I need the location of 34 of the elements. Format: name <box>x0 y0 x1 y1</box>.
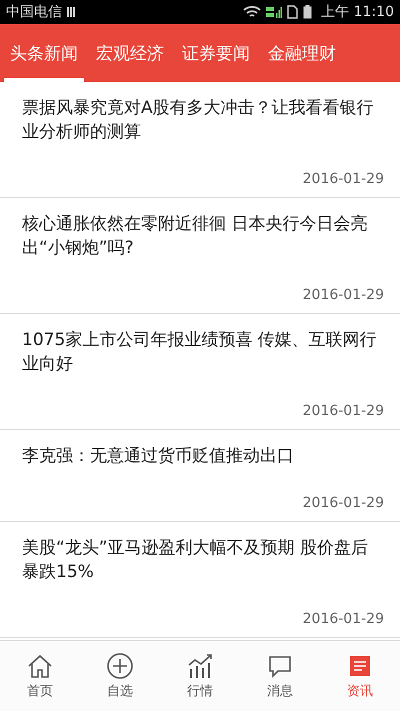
cellular-signal-icon <box>266 5 282 19</box>
signal-bars-icon <box>67 6 77 18</box>
news-item[interactable]: 1075家上市公司年报业绩预喜 传媒、互联网行业向好 2016-01-29 <box>0 314 400 430</box>
bar-chart-icon <box>186 652 214 680</box>
news-date: 2016-01-29 <box>302 403 384 419</box>
category-tab[interactable]: 证券要闻 <box>176 24 256 82</box>
news-item[interactable]: 美股“龙头”亚马逊盈利大幅不及预期 股价盘后暴跌15% 2016-01-29 <box>0 522 400 638</box>
battery-icon <box>303 5 312 19</box>
news-item[interactable]: 李克强：无意通过货币贬值推动出口 2016-01-29 <box>0 430 400 522</box>
news-item[interactable]: 票据风暴究竟对A股有多大冲击？让我看看银行业分析师的测算 2016-01-29 <box>0 82 400 198</box>
news-date: 2016-01-29 <box>302 611 384 627</box>
category-tab[interactable]: 宏观经济 <box>90 24 170 82</box>
news-title: 1075家上市公司年报业绩预喜 传媒、互联网行业向好 <box>22 329 378 376</box>
clock-time: 上午 11:10 <box>321 3 394 21</box>
news-title: 核心通胀依然在零附近徘徊 日本央行今日会亮出“小钢炮”吗? <box>22 213 368 260</box>
nav-item[interactable]: 自选 <box>80 641 160 711</box>
news-title: 票据风暴究竟对A股有多大冲击？让我看看银行业分析师的测算 <box>22 97 375 144</box>
nav-item[interactable]: 消息 <box>240 641 320 711</box>
news-date: 2016-01-29 <box>302 495 384 511</box>
wifi-icon <box>243 5 262 19</box>
nav-item[interactable]: 资讯 <box>320 641 400 711</box>
news-date: 2016-01-29 <box>302 287 384 303</box>
carrier-name: 中国电信 <box>6 3 62 21</box>
nav-item[interactable]: 行情 <box>160 641 240 711</box>
nav-item[interactable]: 首页 <box>0 641 80 711</box>
plus-circle-icon <box>106 652 134 680</box>
news-item[interactable]: 核心通胀依然在零附近徘徊 日本央行今日会亮出“小钢炮”吗? 2016-01-29 <box>0 198 400 314</box>
news-title: 李克强：无意通过货币贬值推动出口 <box>22 445 295 468</box>
house-icon <box>26 652 54 680</box>
category-tab[interactable]: 头条新闻 <box>4 24 84 82</box>
news-title: 美股“龙头”亚马逊盈利大幅不及预期 股价盘后暴跌15% <box>22 537 370 584</box>
sim-card-icon <box>287 5 298 19</box>
news-date: 2016-01-29 <box>302 171 384 187</box>
category-tab[interactable]: 金融理财 <box>262 24 342 82</box>
